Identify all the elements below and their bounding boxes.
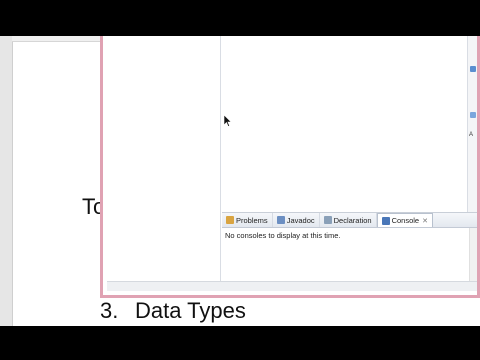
tab-label: Javadoc [286, 215, 315, 225]
package-explorer-view[interactable] [107, 36, 221, 291]
declaration-icon [323, 216, 332, 224]
document-heading: 3. Data Types [100, 298, 246, 324]
right-strip-label: A [469, 132, 474, 138]
tab-javadoc[interactable]: Javadoc [273, 213, 320, 227]
console-icon [381, 216, 390, 225]
video-letterbox-top [0, 0, 480, 36]
video-letterbox-bottom [0, 326, 480, 360]
javadoc-icon [276, 216, 285, 224]
eclipse-window: A Problems Javadoc Declaration Console ✕… [100, 36, 480, 298]
tab-label: Console [391, 216, 420, 225]
console-scrollbar[interactable] [469, 228, 477, 286]
bottom-tab-bar: Problems Javadoc Declaration Console ✕ [222, 213, 477, 228]
document-ruler [12, 36, 104, 42]
tab-problems[interactable]: Problems [222, 213, 273, 227]
heading-number: 3. [100, 298, 119, 323]
minimized-view-icon[interactable] [470, 66, 476, 72]
tab-label: Problems [236, 215, 268, 225]
task-list-icon[interactable] [470, 112, 476, 118]
tab-console[interactable]: Console ✕ [376, 213, 433, 227]
heading-text: Data Types [135, 298, 246, 323]
console-message: No consoles to display at this time. [225, 231, 341, 240]
tab-declaration[interactable]: Declaration [320, 213, 377, 227]
problems-icon [226, 216, 234, 224]
editor-area[interactable] [222, 36, 467, 212]
eclipse-workbench: A Problems Javadoc Declaration Console ✕… [107, 36, 477, 291]
bottom-views-panel: Problems Javadoc Declaration Console ✕ N… [222, 212, 477, 286]
status-bar [107, 281, 477, 291]
close-icon[interactable]: ✕ [422, 217, 428, 225]
tab-label: Declaration [333, 215, 372, 225]
outline-view-strip[interactable]: A [467, 36, 477, 212]
